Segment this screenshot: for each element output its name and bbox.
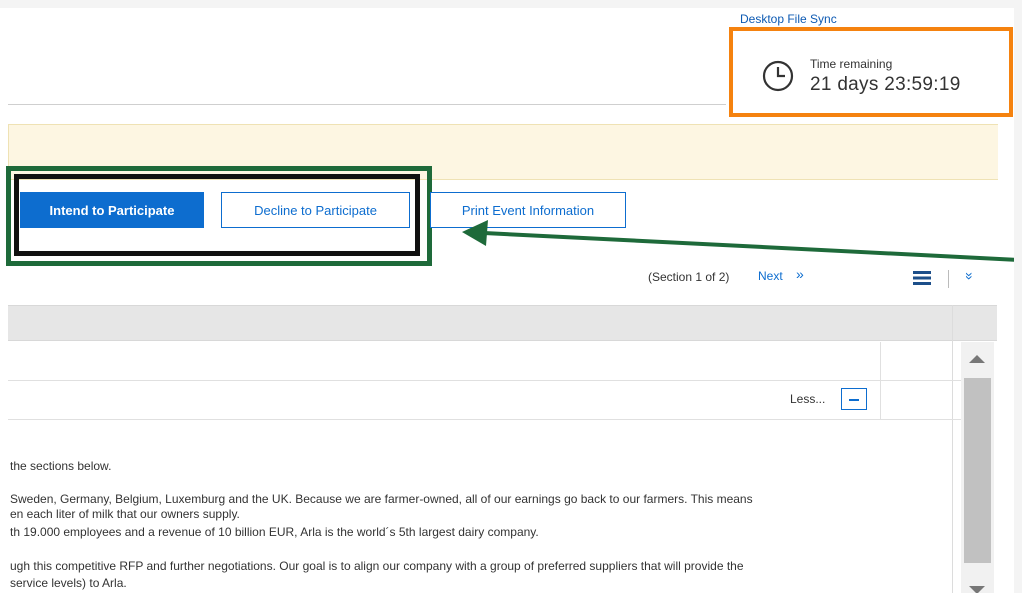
collapse-minus-icon[interactable] (841, 388, 867, 410)
scroll-down-arrow-icon[interactable] (969, 586, 985, 593)
collapse-chevron-down-icon[interactable]: » (962, 272, 978, 280)
toolbar-separator (948, 270, 949, 288)
scrollbar-thumb[interactable] (964, 378, 991, 563)
intend-to-participate-button[interactable]: Intend to Participate (20, 192, 204, 228)
header-divider (8, 104, 726, 105)
table-row-divider (8, 380, 961, 381)
section-indicator: (Section 1 of 2) (648, 270, 730, 284)
description-line: en each liter of milk that our owners su… (10, 507, 240, 521)
event-page: Desktop File Sync Time remaining 21 days… (0, 8, 1014, 593)
description-line: th 19.000 employees and a revenue of 10 … (10, 525, 539, 539)
clock-icon (762, 60, 794, 92)
less-link[interactable]: Less... (790, 392, 825, 406)
time-remaining-label: Time remaining (810, 57, 893, 71)
table-cell-divider (880, 342, 881, 420)
scroll-up-arrow-icon[interactable] (969, 355, 985, 363)
annotation-arrow (462, 220, 1014, 262)
description-line: the sections below. (10, 459, 112, 473)
annotation-arrow-line (483, 231, 1014, 262)
time-remaining-value: 21 days 23:59:19 (810, 74, 961, 95)
next-double-chevron-icon[interactable]: » (796, 266, 804, 282)
next-section-link[interactable]: Next (758, 269, 783, 283)
annotation-arrow-head (462, 220, 488, 246)
description-line: service levels) to Arla. (10, 576, 127, 590)
description-line: ugh this competitive RFP and further neg… (10, 559, 744, 573)
table-column-divider (952, 305, 953, 593)
description-line: Sweden, Germany, Belgium, Luxemburg and … (10, 492, 753, 506)
table-header (8, 305, 997, 341)
decline-to-participate-button[interactable]: Decline to Participate (221, 192, 410, 228)
table-row-divider (8, 419, 961, 420)
time-remaining-box: Time remaining 21 days 23:59:19 (729, 27, 1013, 117)
desktop-file-sync-link[interactable]: Desktop File Sync (740, 12, 837, 26)
list-view-icon[interactable] (913, 271, 931, 285)
